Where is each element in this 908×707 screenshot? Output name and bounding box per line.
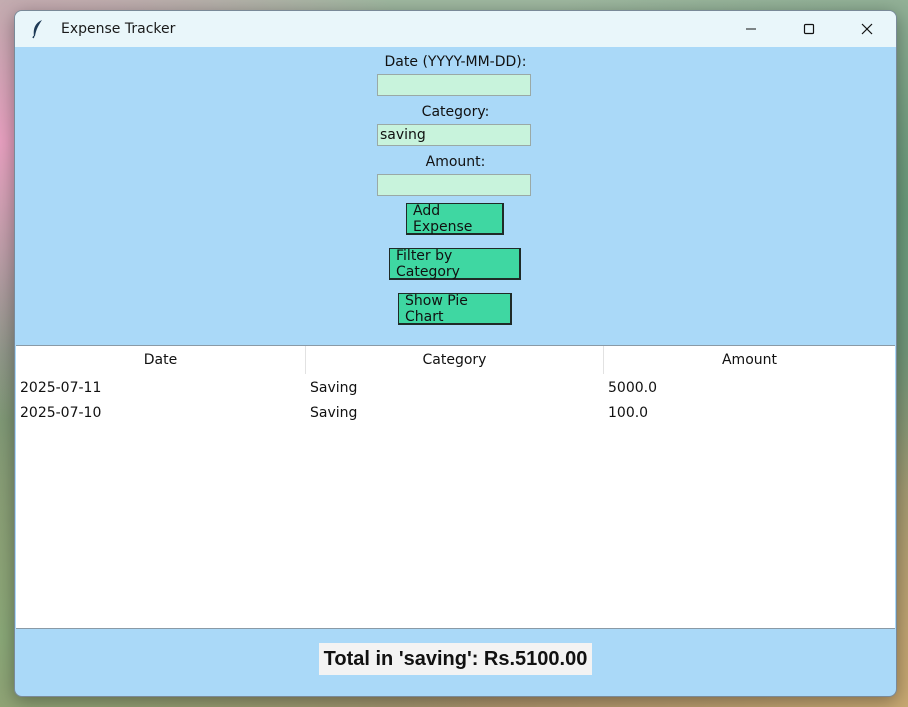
minimize-icon xyxy=(746,28,756,30)
amount-label: Amount: xyxy=(425,154,486,170)
cell-amount: 5000.0 xyxy=(608,380,657,396)
column-header-date[interactable]: Date xyxy=(16,346,306,374)
expense-form: Date (YYYY-MM-DD): Category: Amount: Add… xyxy=(15,47,896,345)
minimize-button[interactable] xyxy=(722,11,780,47)
window-title: Expense Tracker xyxy=(61,21,176,37)
window-controls xyxy=(722,11,896,47)
category-field[interactable] xyxy=(377,124,531,146)
column-header-category[interactable]: Category xyxy=(306,346,604,374)
title-bar[interactable]: Expense Tracker xyxy=(15,11,896,47)
cell-category: Saving xyxy=(310,380,358,396)
expense-tracker-window: Expense Tracker Date (YYYY-MM-DD): Categ… xyxy=(14,10,897,697)
feather-icon xyxy=(27,18,49,40)
filter-by-category-button[interactable]: Filter by Category xyxy=(389,248,521,280)
close-icon xyxy=(861,23,873,35)
show-pie-chart-button[interactable]: Show Pie Chart xyxy=(398,293,512,325)
cell-date: 2025-07-11 xyxy=(20,380,102,396)
column-header-amount[interactable]: Amount xyxy=(604,346,895,374)
expense-table[interactable]: Date Category Amount 2025-07-11 Saving 5… xyxy=(16,345,895,629)
close-button[interactable] xyxy=(838,11,896,47)
table-row[interactable]: 2025-07-10 Saving 100.0 xyxy=(16,401,895,426)
amount-field[interactable] xyxy=(377,174,531,196)
date-field[interactable] xyxy=(377,74,531,96)
cell-category: Saving xyxy=(310,405,358,421)
table-header: Date Category Amount xyxy=(16,346,895,374)
cell-date: 2025-07-10 xyxy=(20,405,102,421)
date-label: Date (YYYY-MM-DD): xyxy=(384,54,527,70)
category-label: Category: xyxy=(421,104,490,120)
total-label: Total in 'saving': Rs.5100.00 xyxy=(319,643,592,675)
table-row[interactable]: 2025-07-11 Saving 5000.0 xyxy=(16,376,895,401)
maximize-button[interactable] xyxy=(780,11,838,47)
add-expense-button[interactable]: Add Expense xyxy=(406,203,504,235)
maximize-icon xyxy=(803,23,815,35)
cell-amount: 100.0 xyxy=(608,405,649,421)
